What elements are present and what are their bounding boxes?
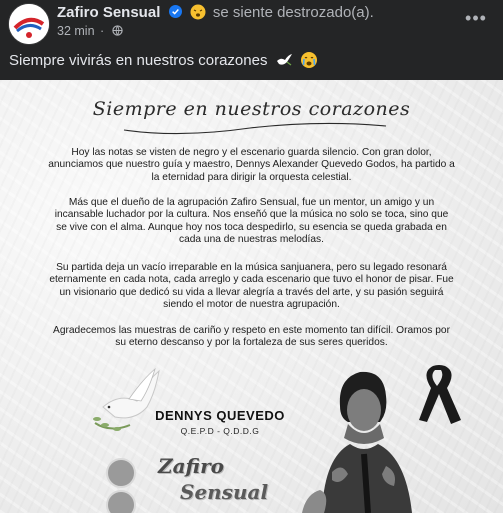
globe-icon xyxy=(111,25,123,36)
portrait-photo xyxy=(302,371,412,513)
paragraph-4: Agradecemos las muestras de cariño y res… xyxy=(53,325,450,349)
paragraph-3: Su partida deja un vacío irreparable en … xyxy=(49,262,454,311)
caption-text: Siempre vivirás en nuestros corazones xyxy=(9,52,268,69)
dove-emoji-icon xyxy=(276,54,292,66)
paragraph-2: Más que el dueño de la agrupación Zafiro… xyxy=(54,197,449,246)
logo-line-1: Zafiro xyxy=(158,454,224,478)
verified-badge-icon xyxy=(168,5,182,18)
mourning-ribbon-icon xyxy=(419,365,461,424)
logo-line-2: Sensual xyxy=(180,480,269,504)
author-name[interactable]: Zafiro Sensual xyxy=(57,4,160,21)
flourish-decoration xyxy=(123,122,387,135)
post-image[interactable]: Siempre en nuestros corazones Hoy las no… xyxy=(0,80,503,513)
feeling-emoji-icon xyxy=(190,4,206,20)
post-meta: 32 min · xyxy=(57,24,123,38)
band-logo: Zafiro Sensual xyxy=(150,452,280,513)
badge-seal-top xyxy=(106,458,136,488)
post-time[interactable]: 32 min xyxy=(57,24,95,38)
badge-seal-bottom xyxy=(106,490,136,513)
more-options-icon[interactable]: ••• xyxy=(461,6,491,34)
meta-separator: · xyxy=(100,24,105,38)
name-block: DENNYS QUEVEDO Q.E.P.D - Q.D.D.G xyxy=(150,408,290,436)
author-line: Zafiro Sensual se siente destrozado(a). xyxy=(57,4,374,21)
post-header: Zafiro Sensual se siente destrozado(a). … xyxy=(0,0,503,45)
deceased-name: DENNYS QUEVEDO xyxy=(155,408,285,423)
feeling-text: se siente destrozado(a). xyxy=(212,4,374,21)
crying-emoji-icon xyxy=(300,52,317,68)
avatar-logo-icon xyxy=(9,4,49,44)
post-caption: Siempre vivirás en nuestros corazones xyxy=(9,51,318,69)
page-avatar[interactable] xyxy=(8,3,50,45)
paragraph-1: Hoy las notas se visten de negro y el es… xyxy=(48,147,455,183)
deceased-name-subtitle: Q.E.P.D - Q.D.D.G xyxy=(180,426,260,436)
